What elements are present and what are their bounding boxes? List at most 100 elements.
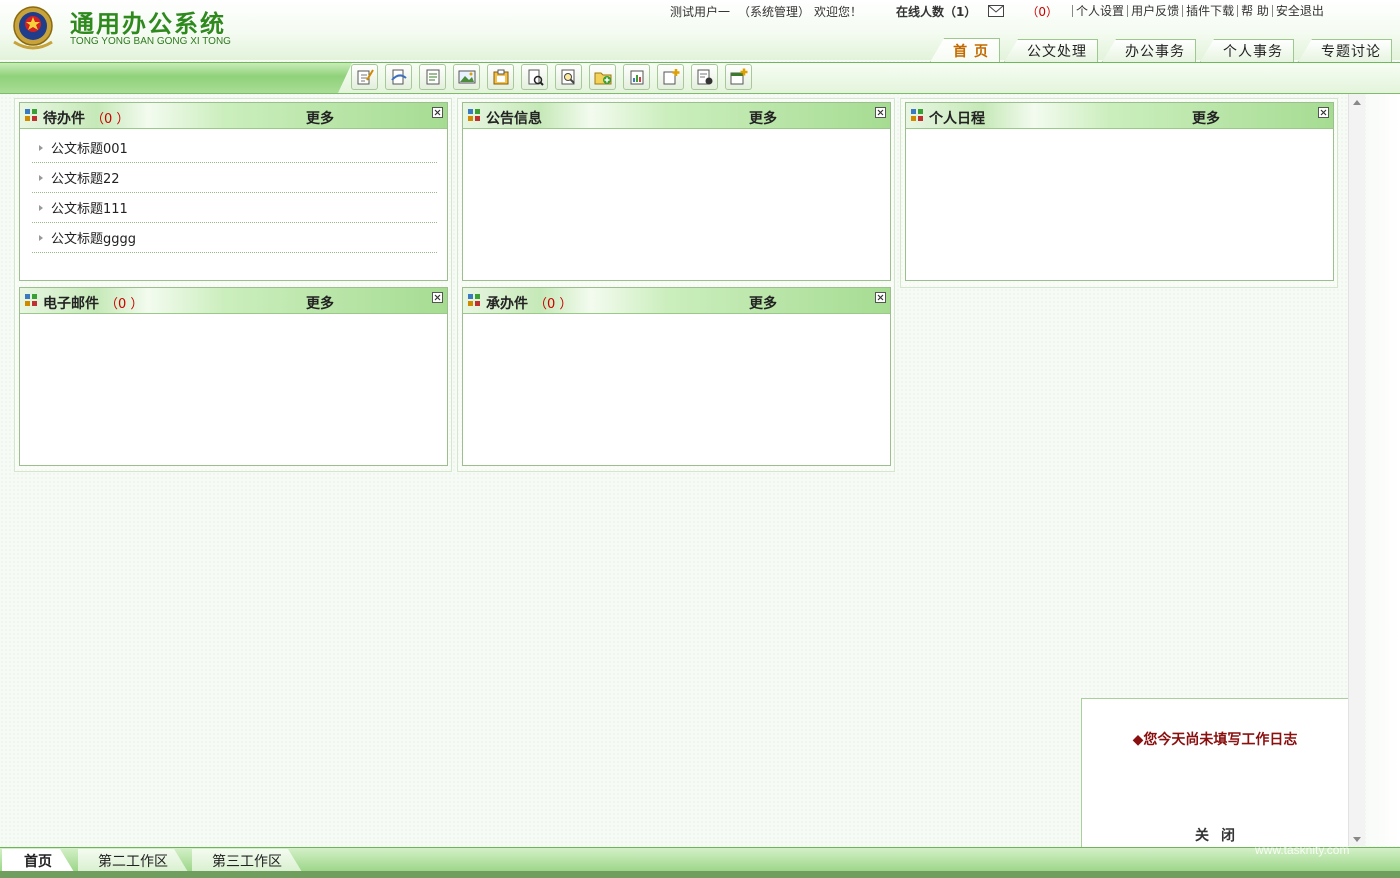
- undertake-count: （0 ）: [534, 297, 573, 312]
- popup-close-button[interactable]: 关闭: [1082, 825, 1348, 845]
- sign-button[interactable]: [385, 64, 412, 90]
- report-button[interactable]: [623, 64, 650, 90]
- bullet-arrow-icon: [39, 204, 43, 211]
- tab-topic-discussion[interactable]: 专题讨论: [1298, 39, 1392, 62]
- app-title: 通用办公系统: [70, 10, 226, 38]
- panel-header[interactable]: 个人日程 更多: [906, 103, 1333, 129]
- edit-icon: [357, 69, 374, 85]
- panel-header[interactable]: 电子邮件 （0 ） 更多: [20, 288, 447, 314]
- view-document-button[interactable]: [521, 64, 548, 90]
- link-feedback[interactable]: 用户反馈: [1127, 5, 1182, 17]
- item-title[interactable]: 公文标题111: [51, 198, 128, 217]
- mail-count[interactable]: （0）: [1026, 3, 1058, 20]
- link-plugin-download[interactable]: 插件下载: [1182, 5, 1237, 17]
- close-icon[interactable]: [875, 292, 886, 303]
- document-icon: [426, 69, 439, 85]
- more-link[interactable]: 更多: [749, 293, 777, 313]
- clipboard-icon: [493, 69, 508, 85]
- mail-icon[interactable]: [988, 5, 1005, 17]
- close-icon[interactable]: [875, 107, 886, 118]
- close-icon[interactable]: [1318, 107, 1329, 118]
- folder-add-button[interactable]: [589, 64, 616, 90]
- panel-header[interactable]: 承办件 （0 ） 更多: [463, 288, 890, 314]
- panel-title: 电子邮件 （0 ）: [43, 296, 144, 312]
- panel-grid-icon: [911, 109, 923, 121]
- pending-count: （0 ）: [91, 112, 130, 127]
- more-link[interactable]: 更多: [749, 108, 777, 128]
- panel-body: 公文标题001 公文标题22 公文标题111 公文标题gggg: [20, 129, 447, 253]
- document-view-button[interactable]: [691, 64, 718, 90]
- clipboard-button[interactable]: [487, 64, 514, 90]
- list-item[interactable]: 公文标题001: [32, 133, 437, 163]
- worklog-reminder-popup: ◆您今天尚未填写工作日志 关闭: [1081, 698, 1348, 850]
- link-help[interactable]: 帮 助: [1237, 5, 1272, 17]
- tab-personal-affairs[interactable]: 个人事务: [1200, 39, 1294, 62]
- vertical-scrollbar[interactable]: [1348, 94, 1365, 846]
- folder-add-icon: [594, 72, 611, 85]
- watermark: www.tasknity.com: [1255, 843, 1350, 857]
- bullet-arrow-icon: [39, 144, 43, 151]
- user-name: 测试用户一: [670, 4, 731, 19]
- online-count: 在线人数（1）: [896, 4, 977, 19]
- panel-title: 个人日程: [929, 111, 985, 127]
- edit-button[interactable]: [351, 64, 378, 90]
- image-icon: [458, 70, 475, 84]
- user-role: （系统管理）: [738, 4, 811, 19]
- main-tabs: 首 页 公文处理 办公事务 个人事务 专题讨论: [926, 38, 1392, 62]
- document-view-icon: [697, 69, 712, 85]
- close-icon[interactable]: [432, 292, 443, 303]
- panel-header[interactable]: 待办件 （0 ） 更多: [20, 103, 447, 129]
- welcome-text: 欢迎您！: [814, 4, 863, 19]
- police-emblem-logo: [13, 6, 53, 50]
- tab-document-processing[interactable]: 公文处理: [1004, 39, 1098, 62]
- link-personal-settings[interactable]: 个人设置: [1072, 5, 1127, 17]
- new-document-button[interactable]: [657, 64, 684, 90]
- search-document-icon: [561, 69, 575, 85]
- workspace-tab-third[interactable]: 第三工作区: [192, 849, 302, 872]
- list-item[interactable]: 公文标题gggg: [32, 223, 437, 253]
- bullet-arrow-icon: [39, 174, 43, 181]
- scroll-up-icon[interactable]: [1353, 100, 1361, 105]
- more-link[interactable]: 更多: [306, 108, 334, 128]
- app-subtitle: TONG YONG BAN GONG XI TONG: [70, 36, 231, 47]
- link-logout[interactable]: 安全退出: [1271, 5, 1327, 17]
- panel-email: 电子邮件 （0 ） 更多: [19, 287, 448, 466]
- panel-notice: 公告信息 更多: [462, 102, 891, 281]
- header: 通用办公系统 TONG YONG BAN GONG XI TONG 测试用户一 …: [0, 0, 1400, 62]
- close-icon[interactable]: [432, 107, 443, 118]
- workspace-tab-second[interactable]: 第二工作区: [78, 849, 188, 872]
- item-title[interactable]: 公文标题001: [51, 138, 128, 157]
- panel-grid-icon: [25, 294, 37, 306]
- tab-office-affairs[interactable]: 办公事务: [1102, 39, 1196, 62]
- panel-grid-icon: [468, 109, 480, 121]
- add-window-button[interactable]: [725, 64, 752, 90]
- panel-undertake: 承办件 （0 ） 更多: [462, 287, 891, 466]
- sign-icon: [390, 69, 407, 85]
- panel-header[interactable]: 公告信息 更多: [463, 103, 890, 129]
- workspace-tab-home[interactable]: 首页: [2, 849, 74, 872]
- tab-home[interactable]: 首 页: [930, 38, 1000, 62]
- item-title[interactable]: 公文标题gggg: [51, 228, 136, 247]
- user-bar: 测试用户一 （系统管理） 欢迎您！ 在线人数（1） （0） 个人设置 用户反馈 …: [670, 2, 1327, 20]
- image-button[interactable]: [453, 64, 480, 90]
- search-document-button[interactable]: [555, 64, 582, 90]
- bottom-border: [0, 871, 1400, 878]
- reminder-message: ◆您今天尚未填写工作日志: [1132, 732, 1298, 748]
- email-count: （0 ）: [105, 297, 144, 312]
- scroll-down-icon[interactable]: [1353, 837, 1361, 842]
- view-document-icon: [528, 69, 544, 86]
- more-link[interactable]: 更多: [306, 293, 334, 313]
- add-window-icon: [730, 68, 747, 85]
- new-document-icon: [663, 69, 679, 85]
- more-link[interactable]: 更多: [1192, 108, 1220, 128]
- list-item[interactable]: 公文标题22: [32, 163, 437, 193]
- panel-pending: 待办件 （0 ） 更多 公文标题001 公文标题22 公文标题111 公文标题gg…: [19, 102, 448, 281]
- document-button[interactable]: [419, 64, 446, 90]
- panel-grid-icon: [25, 109, 37, 121]
- bullet-arrow-icon: [39, 234, 43, 241]
- panel-grid-icon: [468, 294, 480, 306]
- report-icon: [630, 70, 643, 85]
- item-title[interactable]: 公文标题22: [51, 168, 120, 187]
- right-margin: [1366, 94, 1400, 846]
- list-item[interactable]: 公文标题111: [32, 193, 437, 223]
